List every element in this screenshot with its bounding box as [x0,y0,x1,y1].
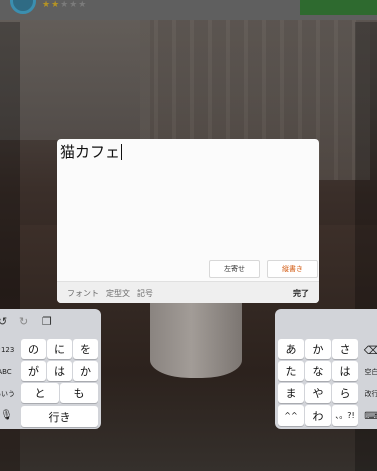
input-text: 猫カフェ [60,143,121,161]
return-key[interactable]: 行き [21,406,98,427]
star-empty-icon: ★★★ [60,0,88,10]
mode-123-key[interactable]: ☆123 [0,341,15,359]
floating-keyboard-left: ↺ ↻ ❐ ☆123 ABC あいう 🎙 の に を が は か と も 行き [0,309,101,429]
header-action-button[interactable] [300,0,377,15]
text-input-dialog: 猫カフェ 左寄せ 縦書き フォント 定型文 記号 完了 [57,139,319,303]
rating-stars: ★★★★★ [42,0,87,10]
vertical-writing-button[interactable]: 縦書き [267,260,318,278]
dakuten-key[interactable]: ^^ [278,405,304,426]
space-key[interactable]: 空白 [361,363,377,381]
floating-keyboard-right: あ か さ た な は ま や ら ^^ わ 、。?! ⌫ 空白 改行 ⌨ [275,309,377,429]
kana-key[interactable]: も [60,383,98,403]
kana-key[interactable]: な [305,361,331,381]
background-cup [150,300,242,378]
kana-key[interactable]: は [47,361,72,381]
undo-icon[interactable]: ↺ [0,315,7,328]
keyboard-icon[interactable]: ⌨ [361,407,377,425]
microphone-icon[interactable]: 🎙 [0,406,17,424]
kana-key[interactable]: が [21,361,46,381]
punctuation-key[interactable]: 、。?! [332,405,358,426]
app-avatar [10,0,36,14]
newline-key[interactable]: 改行 [361,385,377,403]
kana-key[interactable]: や [305,383,331,403]
kana-key[interactable]: に [47,339,72,359]
kana-key[interactable]: ら [332,383,358,403]
mode-kana-key[interactable]: あいう [0,385,15,403]
clipboard-icon[interactable]: ❐ [42,315,52,328]
app-header-strip: ★★★★★ [0,0,377,20]
text-cursor [121,143,123,160]
kana-key[interactable]: た [278,361,304,381]
star-filled-icon: ★★ [42,0,61,10]
keyboard-toolbar: ↺ ↻ ❐ [0,309,101,337]
phrase-tab[interactable]: 定型文 [106,288,130,299]
redo-icon[interactable]: ↻ [19,315,28,328]
dialog-toolbar: フォント 定型文 記号 完了 [57,281,319,303]
kana-key[interactable]: を [73,339,98,359]
kana-key[interactable]: あ [278,339,304,359]
kana-key[interactable]: の [21,339,46,359]
text-input-area[interactable]: 猫カフェ [60,141,123,162]
kana-key[interactable]: か [305,339,331,359]
kana-key[interactable]: ま [278,383,304,403]
symbol-tab[interactable]: 記号 [137,288,153,299]
kana-key[interactable]: は [332,361,358,381]
kana-key[interactable]: わ [305,405,331,426]
kana-key[interactable]: か [73,361,98,381]
font-tab[interactable]: フォント [67,288,99,299]
kana-key[interactable]: と [21,383,59,403]
kana-key[interactable]: さ [332,339,358,359]
align-left-button[interactable]: 左寄せ [209,260,260,278]
background-window [0,0,150,140]
backspace-icon[interactable]: ⌫ [361,341,377,359]
done-button[interactable]: 完了 [293,288,309,299]
mode-abc-key[interactable]: ABC [0,363,15,381]
